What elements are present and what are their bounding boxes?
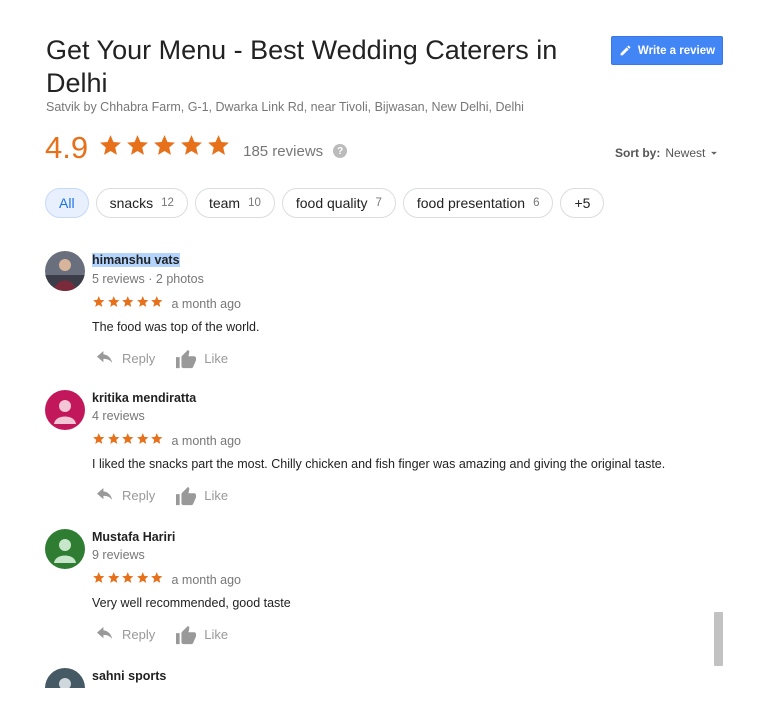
like-label: Like bbox=[204, 627, 229, 642]
reply-button[interactable]: Reply bbox=[95, 626, 156, 643]
review-text: I liked the snacks part the most. Chilly… bbox=[92, 456, 666, 471]
star-icon bbox=[179, 133, 204, 163]
thumbs-up-icon bbox=[176, 486, 197, 505]
reply-button[interactable]: Reply bbox=[95, 487, 156, 504]
review-stars bbox=[92, 295, 164, 314]
business-address: Satvik by Chhabra Farm, G-1, Dwarka Link… bbox=[46, 100, 524, 114]
star-icon bbox=[136, 295, 150, 314]
default-avatar-icon bbox=[45, 390, 85, 430]
reviewer-name[interactable]: kritika mendiratta bbox=[92, 390, 732, 406]
star-icon bbox=[121, 295, 135, 314]
reviewer-name[interactable]: sahni sports bbox=[92, 668, 725, 684]
chip-team[interactable]: team 10 bbox=[194, 188, 275, 218]
sort-label: Sort by: bbox=[615, 146, 661, 160]
reply-button[interactable]: Reply bbox=[95, 350, 156, 367]
reviewer-meta: 4 reviews bbox=[92, 409, 145, 423]
chip-count: 10 bbox=[248, 197, 261, 209]
reviewer-name[interactable]: himanshu vats bbox=[92, 253, 180, 267]
reply-label: Reply bbox=[122, 351, 156, 366]
star-icon bbox=[125, 133, 150, 163]
reply-icon bbox=[97, 626, 113, 639]
thumbs-up-icon bbox=[176, 349, 197, 368]
chip-count: 7 bbox=[375, 197, 382, 209]
sort-value: Newest bbox=[665, 146, 706, 160]
scrollbar-thumb[interactable] bbox=[714, 612, 723, 666]
chip-label: team bbox=[208, 195, 241, 211]
filter-chips: All snacks 12 team 10 food quality 7 food p… bbox=[45, 188, 605, 218]
star-icon bbox=[121, 571, 135, 590]
chip-count: 6 bbox=[533, 197, 540, 209]
chip-snacks[interactable]: snacks 12 bbox=[95, 188, 188, 218]
review-time: a month ago bbox=[171, 434, 242, 449]
reviews-count[interactable]: 185 reviews bbox=[243, 143, 323, 160]
chip-more[interactable]: +5 bbox=[560, 188, 605, 218]
chip-all[interactable]: All bbox=[45, 188, 89, 218]
page-title: Get Your Menu - Best Wedding Caterers in… bbox=[46, 35, 558, 98]
star-icon bbox=[107, 571, 121, 590]
star-icon bbox=[150, 295, 164, 314]
avatar[interactable] bbox=[45, 668, 85, 688]
reply-label: Reply bbox=[122, 488, 156, 503]
avatar[interactable] bbox=[45, 251, 85, 291]
reviewer-meta: 5 reviews · 2 photos bbox=[92, 272, 204, 286]
rating-value: 4.9 bbox=[45, 130, 89, 165]
chip-label: food presentation bbox=[416, 195, 526, 211]
thumbs-up-icon bbox=[176, 625, 197, 644]
help-icon[interactable]: ? bbox=[333, 144, 348, 158]
chip-label: snacks bbox=[109, 195, 154, 211]
review-time: a month ago bbox=[171, 573, 242, 588]
like-button[interactable]: Like bbox=[175, 486, 228, 506]
chip-label: All bbox=[59, 195, 75, 211]
star-icon bbox=[136, 432, 150, 451]
avatar[interactable] bbox=[45, 390, 85, 430]
default-avatar-icon bbox=[45, 529, 85, 569]
star-icon bbox=[98, 133, 123, 163]
like-label: Like bbox=[204, 351, 229, 366]
review-stars bbox=[92, 432, 164, 451]
review-text: The food was top of the world. bbox=[92, 319, 260, 334]
avatar[interactable] bbox=[45, 529, 85, 569]
chip-label: food quality bbox=[295, 195, 368, 211]
sort-dropdown[interactable]: Sort by: Newest bbox=[615, 146, 721, 160]
reply-label: Reply bbox=[122, 627, 156, 642]
review-text: Very well recommended, good taste bbox=[92, 595, 291, 610]
like-label: Like bbox=[204, 488, 229, 503]
review-time: a month ago bbox=[171, 297, 242, 312]
star-icon bbox=[92, 432, 106, 451]
review-stars bbox=[92, 571, 164, 590]
write-review-label: Write a review bbox=[637, 44, 716, 57]
rating-summary: 4.9 185 reviews ? bbox=[45, 130, 348, 166]
write-review-button[interactable]: Write a review bbox=[611, 36, 723, 65]
reply-icon bbox=[97, 350, 113, 363]
reviewer-name[interactable]: Mustafa Hariri bbox=[92, 529, 732, 545]
like-button[interactable]: Like bbox=[175, 625, 228, 645]
pencil-icon bbox=[620, 45, 631, 56]
chip-count: 12 bbox=[161, 197, 174, 209]
star-icon bbox=[150, 571, 164, 590]
reply-icon bbox=[97, 487, 113, 500]
star-icon bbox=[136, 571, 150, 590]
reviewer-meta: 9 reviews bbox=[92, 548, 145, 562]
star-icon bbox=[92, 295, 106, 314]
star-icon bbox=[152, 133, 177, 163]
chip-food-quality[interactable]: food quality 7 bbox=[281, 188, 396, 218]
star-icon bbox=[121, 432, 135, 451]
default-avatar-icon bbox=[45, 668, 85, 688]
review-item: sahni sports bbox=[45, 668, 725, 688]
star-icon bbox=[150, 432, 164, 451]
star-icon bbox=[92, 571, 106, 590]
dropdown-arrow-icon bbox=[711, 151, 718, 155]
rating-stars bbox=[98, 133, 231, 163]
star-icon bbox=[206, 133, 231, 163]
star-icon bbox=[107, 432, 121, 451]
chip-label: +5 bbox=[574, 195, 591, 211]
chip-food-presentation[interactable]: food presentation 6 bbox=[402, 188, 554, 218]
star-icon bbox=[107, 295, 121, 314]
like-button[interactable]: Like bbox=[175, 349, 228, 369]
user-photo-icon bbox=[45, 251, 85, 291]
